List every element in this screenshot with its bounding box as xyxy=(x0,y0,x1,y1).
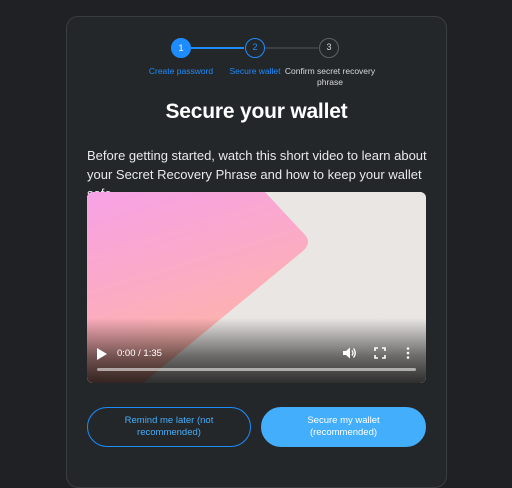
page-title: Secure your wallet xyxy=(165,100,348,123)
more-vertical-icon[interactable] xyxy=(406,347,410,359)
fullscreen-icon[interactable] xyxy=(374,347,386,359)
step-3-circle: 3 xyxy=(319,38,339,58)
step-2-circle: 2 xyxy=(245,38,265,58)
video-progress-bar[interactable] xyxy=(97,368,416,371)
play-icon[interactable] xyxy=(97,348,107,360)
video-player[interactable]: 0:00 / 1:35 xyxy=(87,192,426,383)
volume-icon[interactable] xyxy=(342,346,356,360)
step-1-circle: 1 xyxy=(171,38,191,58)
secure-my-wallet-button[interactable]: Secure my wallet (recommended) xyxy=(261,407,426,447)
progress-stepper: 1 2 3 Create password Secure wallet Conf… xyxy=(67,17,446,112)
remind-me-later-button[interactable]: Remind me later (not recommended) xyxy=(87,407,251,447)
stepper-connector-complete xyxy=(182,47,244,49)
video-time: 0:00 / 1:35 xyxy=(117,348,162,359)
step-3-label: Confirm secret recovery phrase xyxy=(284,66,376,87)
stepper-connector-pending xyxy=(256,47,318,49)
onboarding-card: 1 2 3 Create password Secure wallet Conf… xyxy=(66,16,447,488)
